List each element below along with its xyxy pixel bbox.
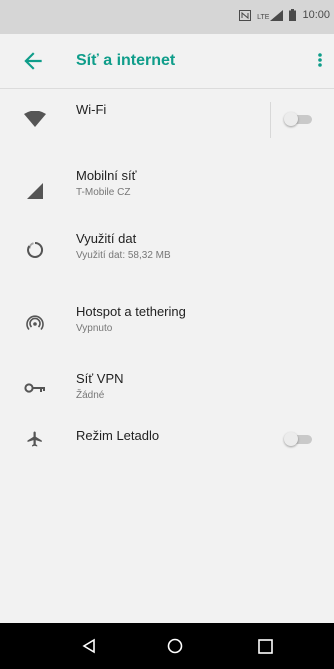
data-usage-icon (22, 237, 48, 263)
page-title: Síť a internet (76, 52, 176, 69)
nfc-icon (239, 9, 252, 21)
list-item-airplane-mode[interactable]: Režim Letadlo (0, 424, 334, 460)
wifi-icon (22, 106, 48, 132)
divider (270, 102, 271, 138)
hotspot-icon (22, 310, 48, 336)
nav-recents-icon (257, 638, 273, 654)
list-item-data-usage[interactable]: Využití dat Využití dat: 58,32 MB (0, 227, 334, 271)
wifi-toggle[interactable] (284, 112, 314, 126)
list-item-hotspot[interactable]: Hotspot a tethering Vypnuto (0, 300, 334, 344)
vpn-key-icon (22, 375, 48, 401)
nav-recents-button[interactable] (252, 633, 278, 659)
status-bar: LTE 10:00 (0, 0, 334, 34)
toggle-thumb (284, 112, 298, 126)
airplane-icon (22, 426, 48, 452)
list-item-mobile-network[interactable]: Mobilní síť T-Mobile CZ (0, 164, 334, 208)
nav-home-icon (167, 638, 183, 654)
item-label-data-usage: Využití dat (76, 231, 137, 246)
item-label-vpn: Síť VPN (76, 371, 124, 386)
lte-label: LTE (257, 13, 270, 21)
item-sub-vpn: Žádné (76, 390, 105, 401)
item-label-mobile-network: Mobilní síť (76, 168, 137, 183)
nav-home-button[interactable] (162, 633, 188, 659)
status-icons: LTE 10:00 (239, 9, 330, 21)
nav-back-button[interactable] (76, 633, 102, 659)
battery-icon (289, 9, 297, 21)
status-time: 10:00 (302, 9, 330, 21)
cell-signal-icon (22, 178, 48, 204)
airplane-mode-toggle[interactable] (284, 432, 314, 446)
lte-signal-icon: LTE (257, 9, 284, 21)
list-item-vpn[interactable]: Síť VPN Žádné (0, 367, 334, 411)
navigation-bar (0, 623, 334, 669)
arrow-left-icon[interactable] (20, 48, 46, 74)
item-label-airplane-mode: Režim Letadlo (76, 428, 160, 443)
item-label-hotspot: Hotspot a tethering (76, 304, 186, 319)
toggle-thumb (284, 432, 298, 446)
list-item-wifi[interactable]: Wi-Fi (0, 100, 334, 140)
item-sub-hotspot: Vypnuto (76, 323, 113, 334)
app-bar: Síť a internet (0, 34, 334, 89)
item-sub-data-usage: Využití dat: 58,32 MB (76, 250, 171, 261)
item-sub-mobile-network: T-Mobile CZ (76, 187, 131, 198)
item-label-wifi: Wi-Fi (76, 102, 107, 117)
nav-back-icon (82, 638, 95, 654)
more-vert-icon[interactable] (312, 47, 328, 73)
